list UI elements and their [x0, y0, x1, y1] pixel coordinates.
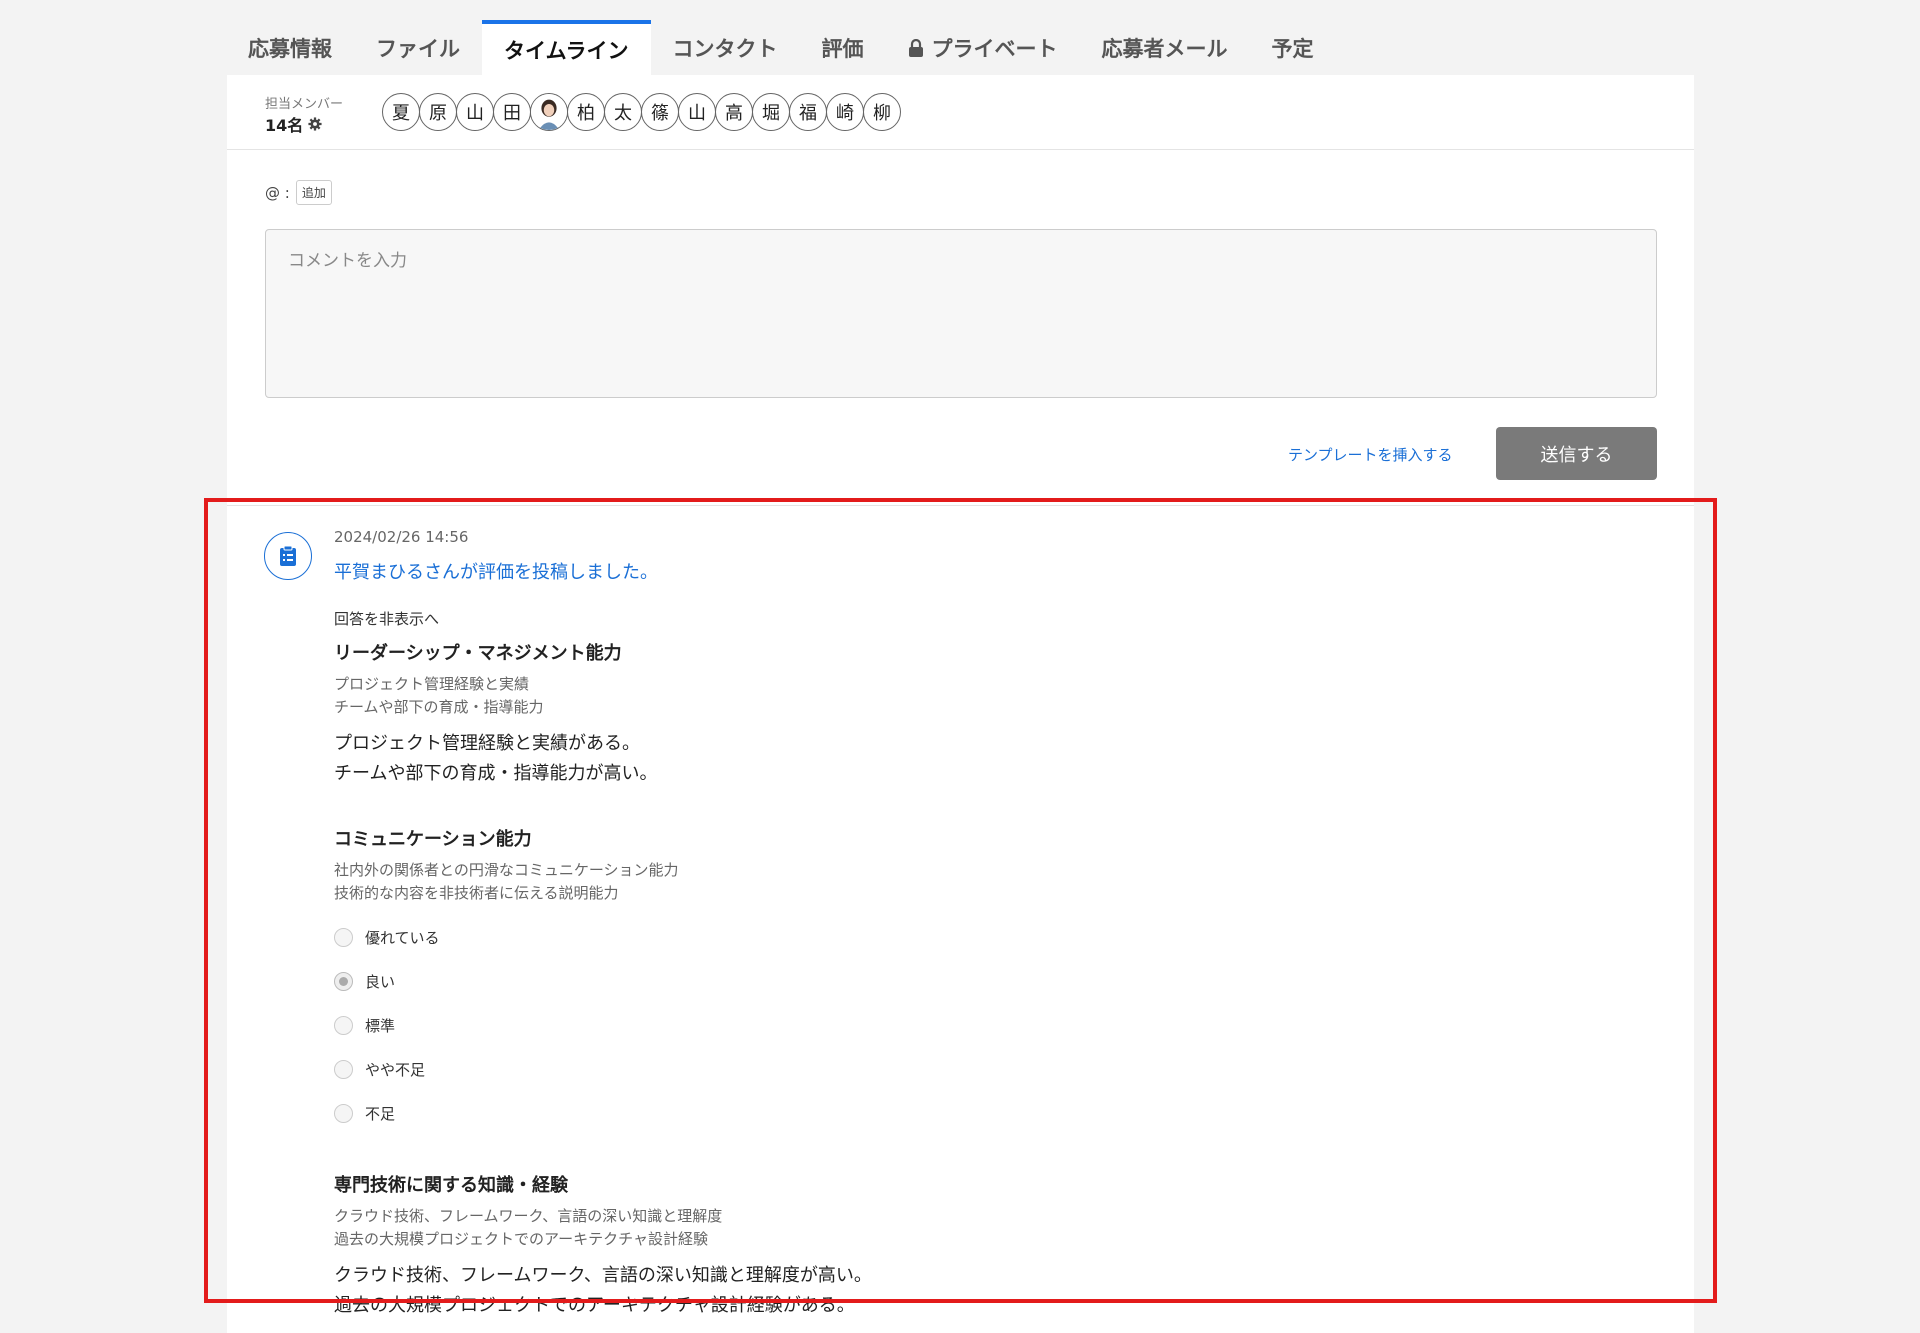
tab-evaluation[interactable]: 評価 [800, 20, 886, 75]
members-count-value: 14名 [265, 116, 304, 135]
tab-schedule[interactable]: 予定 [1250, 20, 1336, 75]
avatar[interactable]: 堀 [752, 93, 790, 131]
avatar[interactable]: 篠 [641, 93, 679, 131]
avatar[interactable]: 高 [715, 93, 753, 131]
avatar[interactable]: 夏 [382, 93, 420, 131]
tab-files[interactable]: ファイル [354, 20, 482, 75]
send-button[interactable]: 送信する [1496, 427, 1657, 480]
avatar[interactable]: 福 [789, 93, 827, 131]
add-mention-button[interactable]: 追加 [295, 180, 332, 205]
person-photo-icon [531, 94, 567, 130]
tab-contact[interactable]: コンタクト [651, 20, 800, 75]
members-bar: 担当メンバー 14名 夏 原 山 田 柏 太 篠 山 高 堀 福 崎 柳 [227, 75, 1694, 150]
avatar[interactable]: 柏 [567, 93, 605, 131]
highlight-box [204, 498, 1717, 1303]
avatar[interactable]: 原 [419, 93, 457, 131]
members-count[interactable]: 14名 [265, 112, 322, 136]
avatar[interactable]: 崎 [826, 93, 864, 131]
insert-template-link[interactable]: テンプレートを挿入する [1288, 444, 1453, 465]
mention-row: @ : 追加 [265, 180, 332, 205]
lock-icon [908, 38, 923, 57]
tab-timeline[interactable]: タイムライン [482, 20, 651, 75]
tab-application-info[interactable]: 応募情報 [226, 20, 354, 75]
member-avatars: 夏 原 山 田 柏 太 篠 山 高 堀 福 崎 柳 [382, 93, 901, 131]
tab-applicant-mail[interactable]: 応募者メール [1080, 20, 1250, 75]
avatar[interactable]: 山 [678, 93, 716, 131]
mention-prefix: @ : [265, 183, 290, 202]
avatar[interactable]: 山 [456, 93, 494, 131]
avatar[interactable]: 田 [493, 93, 531, 131]
tab-private-label: プライベート [931, 36, 1058, 61]
avatar[interactable]: 柳 [863, 93, 901, 131]
members-label: 担当メンバー [265, 97, 344, 112]
tab-private[interactable]: プライベート [886, 20, 1080, 75]
avatar-photo[interactable] [530, 93, 568, 131]
tab-bar: 応募情報 ファイル タイムライン コンタクト 評価 プライベート 応募者メール … [226, 20, 1336, 75]
avatar[interactable]: 太 [604, 93, 642, 131]
gear-icon[interactable] [308, 117, 322, 131]
comment-input[interactable]: コメントを入力 [265, 229, 1657, 398]
